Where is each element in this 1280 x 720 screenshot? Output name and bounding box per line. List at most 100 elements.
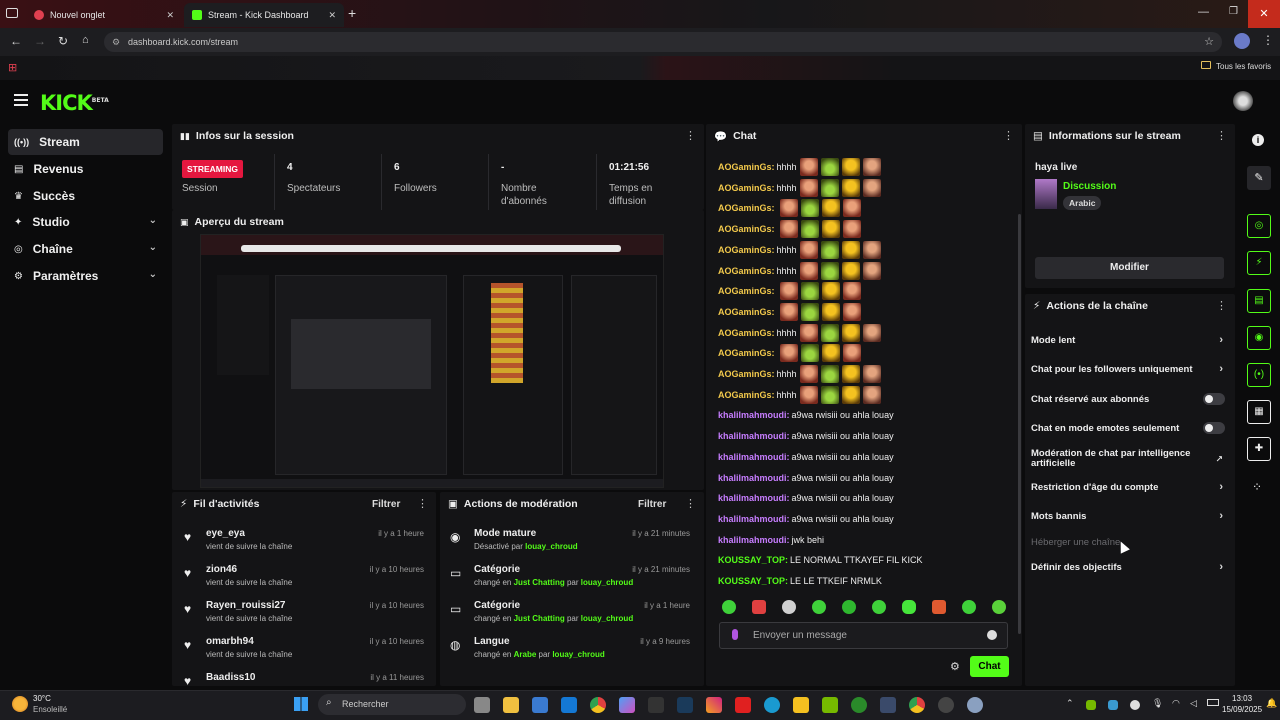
chat-emote[interactable] [862, 365, 881, 383]
menu-icon[interactable]: ⋮ [1262, 33, 1274, 47]
chat-emote[interactable] [842, 344, 861, 363]
emote-icon[interactable] [842, 600, 856, 614]
chat-emote[interactable] [862, 240, 881, 259]
chrome-icon[interactable] [590, 697, 606, 713]
chat-username[interactable]: AOGaminGs: [718, 162, 775, 172]
microphone-icon[interactable] [732, 629, 738, 640]
list-item[interactable]: ♥ omarbh94 vient de suivre la chaîne il … [172, 632, 436, 668]
chat-username[interactable]: khalilmahmoudi: [718, 473, 790, 483]
chat-username[interactable]: AOGaminGs: [718, 266, 775, 276]
weather-temp[interactable]: 30°C [33, 694, 51, 703]
chat-emote[interactable] [821, 344, 840, 363]
list-item[interactable]: ◍ Langue changé en Arabe par louay_chrou… [440, 632, 698, 668]
steam-icon[interactable] [677, 697, 693, 713]
more-options-icon[interactable]: ⋮ [685, 497, 696, 510]
chat-message[interactable]: AOGaminGs: hhhh [718, 323, 881, 343]
more-options-icon[interactable]: ⋮ [1003, 129, 1014, 142]
chat-emote[interactable] [821, 302, 840, 321]
action-slow-mode[interactable]: Mode lent › [1031, 329, 1227, 351]
chat-username[interactable]: khalilmahmoudi: [718, 535, 790, 545]
sidebar-item-parametres[interactable]: ⚙ Paramètres ⌄ [8, 263, 163, 289]
obs-icon[interactable] [938, 697, 954, 713]
emote-icon[interactable] [782, 600, 796, 614]
chat-emote[interactable] [841, 240, 860, 259]
action-age-restriction[interactable]: Restriction d'âge du compte › [1031, 476, 1227, 498]
chat-settings-icon[interactable]: ⚙ [950, 660, 960, 673]
url-input[interactable]: ⚙ dashboard.kick.com/stream ☆ [104, 32, 1222, 52]
chat-username[interactable]: AOGaminGs: [718, 286, 775, 296]
sidebar-item-succes[interactable]: ♛ Succès [8, 183, 163, 209]
chat-emote[interactable] [799, 323, 818, 342]
chat-emote[interactable] [820, 323, 839, 342]
taskbar-search[interactable]: ⌕ Rechercher [318, 694, 466, 715]
detail-user[interactable]: louay_chroud [525, 542, 577, 551]
chat-emote[interactable] [842, 282, 861, 301]
edge-icon[interactable] [764, 697, 780, 713]
settings-icon[interactable] [967, 697, 983, 713]
apps-grid-icon[interactable]: ⊞ [8, 61, 17, 74]
chat-emote[interactable] [841, 158, 860, 176]
edit-stream-button[interactable]: Modifier [1035, 257, 1224, 279]
chat-emote[interactable] [862, 178, 881, 197]
youtube-icon[interactable] [735, 697, 751, 713]
microphone-icon[interactable]: 🎙 [1152, 698, 1163, 709]
chat-emote[interactable] [820, 261, 839, 280]
emote-icon[interactable] [962, 600, 976, 614]
emoji-icon[interactable] [987, 630, 997, 640]
notification-icon[interactable]: 🔔 [1266, 698, 1277, 709]
detail-user[interactable]: louay_chroud [552, 650, 604, 659]
chat-emote[interactable] [799, 365, 818, 383]
chat-bubble-button[interactable]: ◉ [1247, 326, 1271, 350]
emote-icon[interactable] [812, 600, 826, 614]
filter-button[interactable]: Filtrer [372, 499, 400, 510]
detail-language[interactable]: Arabe [514, 650, 537, 659]
chat-message[interactable]: khalilmahmoudi: a9wa rwisiii ou ahla lou… [718, 468, 894, 488]
epic-games-icon[interactable] [648, 697, 664, 713]
add-widget-icon[interactable]: ⁘ [1252, 480, 1262, 494]
back-icon[interactable]: ← [10, 34, 22, 48]
sidebar-item-revenus[interactable]: ▤ Revenus [8, 156, 163, 182]
chat-emote[interactable] [841, 365, 860, 383]
action-ai-moderation[interactable]: Modération de chat par intelligence arti… [1031, 447, 1227, 471]
chat-emote[interactable] [779, 344, 798, 363]
chat-emote[interactable] [800, 199, 819, 218]
more-options-icon[interactable]: ⋮ [417, 497, 428, 510]
chat-message[interactable]: khalilmahmoudi: a9wa rwisiii ou ahla lou… [718, 509, 894, 529]
xbox-icon[interactable] [851, 697, 867, 713]
chat-emote[interactable] [862, 385, 881, 404]
more-options-icon[interactable]: ⋮ [1216, 299, 1227, 312]
chat-message[interactable]: AOGaminGs: hhhh [718, 157, 881, 177]
chat-message[interactable]: AOGaminGs: [718, 281, 861, 301]
chat-message[interactable]: AOGaminGs: [718, 219, 861, 239]
chat-message[interactable]: AOGaminGs: [718, 302, 861, 322]
chat-message[interactable]: KOUSSAY_TOP: LE LE TTKEIF NRMLK [718, 571, 882, 591]
chat-emote[interactable] [799, 240, 818, 259]
chat-emote[interactable] [799, 385, 818, 404]
list-item[interactable]: ♥ eye_eya vient de suivre la chaîne il y… [172, 524, 436, 560]
chat-emote[interactable] [862, 261, 881, 280]
emote-icon[interactable] [902, 600, 916, 614]
minimize-button[interactable]: — [1198, 6, 1209, 18]
outlook-icon[interactable] [561, 697, 577, 713]
chat-username[interactable]: AOGaminGs: [718, 390, 775, 400]
chat-message[interactable]: khalilmahmoudi: a9wa rwisiii ou ahla lou… [718, 405, 894, 425]
chat-username[interactable]: AOGaminGs: [718, 369, 775, 379]
chat-emote[interactable] [779, 302, 798, 321]
reload-icon[interactable]: ↻ [58, 34, 68, 48]
broadcast-button[interactable]: (•) [1247, 363, 1271, 387]
chat-username[interactable]: khalilmahmoudi: [718, 410, 790, 420]
chat-emote[interactable] [799, 158, 818, 176]
chat-emote[interactable] [820, 178, 839, 197]
emotes-only-toggle[interactable] [1203, 422, 1225, 434]
instagram-icon[interactable] [706, 697, 722, 713]
chevron-up-icon[interactable]: ⌃ [1066, 698, 1074, 709]
store-icon[interactable] [532, 697, 548, 713]
list-item[interactable]: ◉ Mode mature Désactivé par louay_chroud… [440, 524, 698, 560]
chat-emote[interactable] [820, 365, 839, 383]
chat-message[interactable]: AOGaminGs: hhhh [718, 240, 881, 260]
action-subscribers-only[interactable]: Chat réservé aux abonnés [1031, 388, 1227, 410]
lightning-button[interactable]: ⚡ [1247, 251, 1271, 275]
rockstar-icon[interactable] [793, 697, 809, 713]
chat-message[interactable]: KOUSSAY_TOP: LE NORMAL TTKAYEF FIL KICK [718, 550, 923, 570]
stream-preview-video[interactable] [200, 234, 664, 488]
